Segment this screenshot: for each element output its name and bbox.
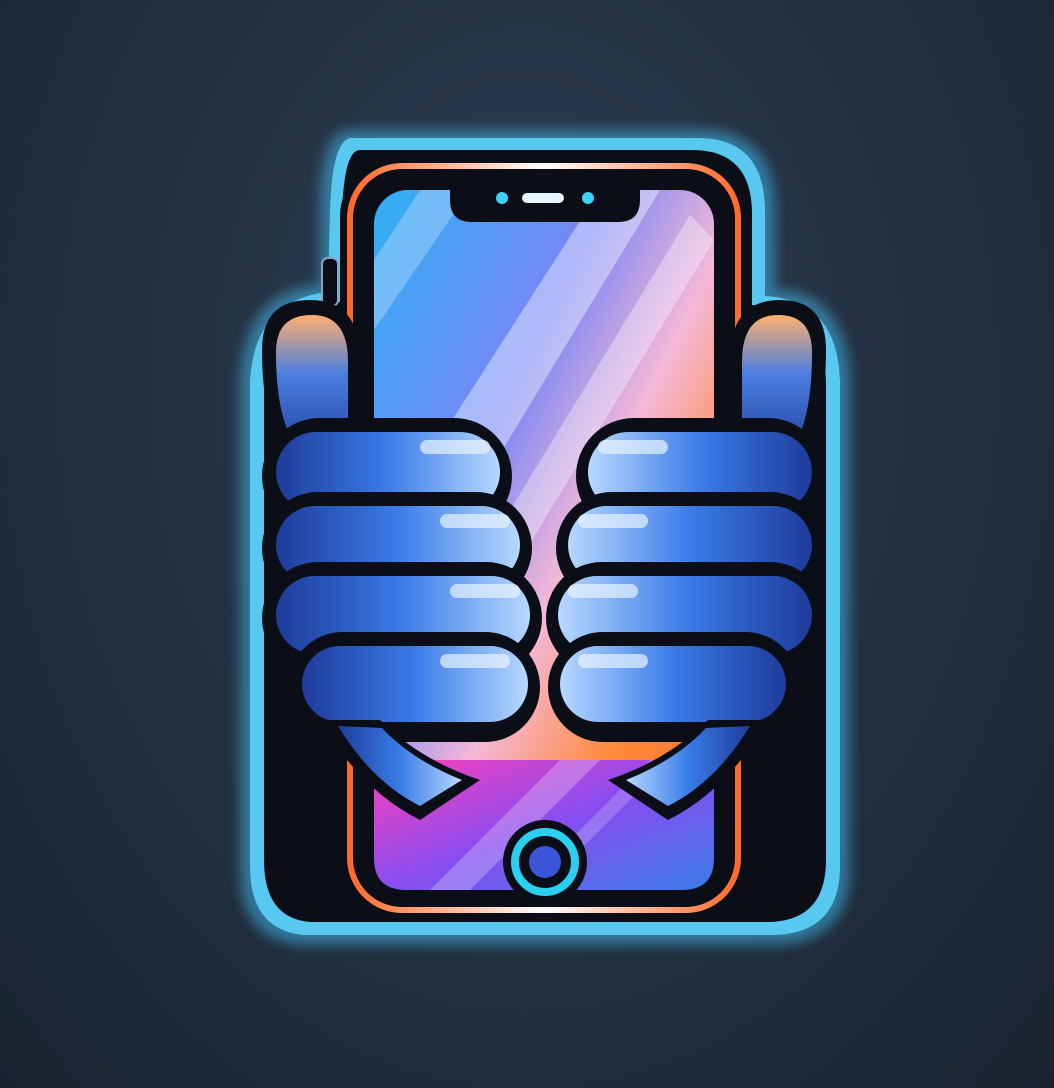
phone-held-by-hands-logo <box>240 130 850 945</box>
logo-canvas <box>0 0 1054 1088</box>
home-button-icon <box>503 820 587 904</box>
camera-notch-icon <box>450 186 640 222</box>
